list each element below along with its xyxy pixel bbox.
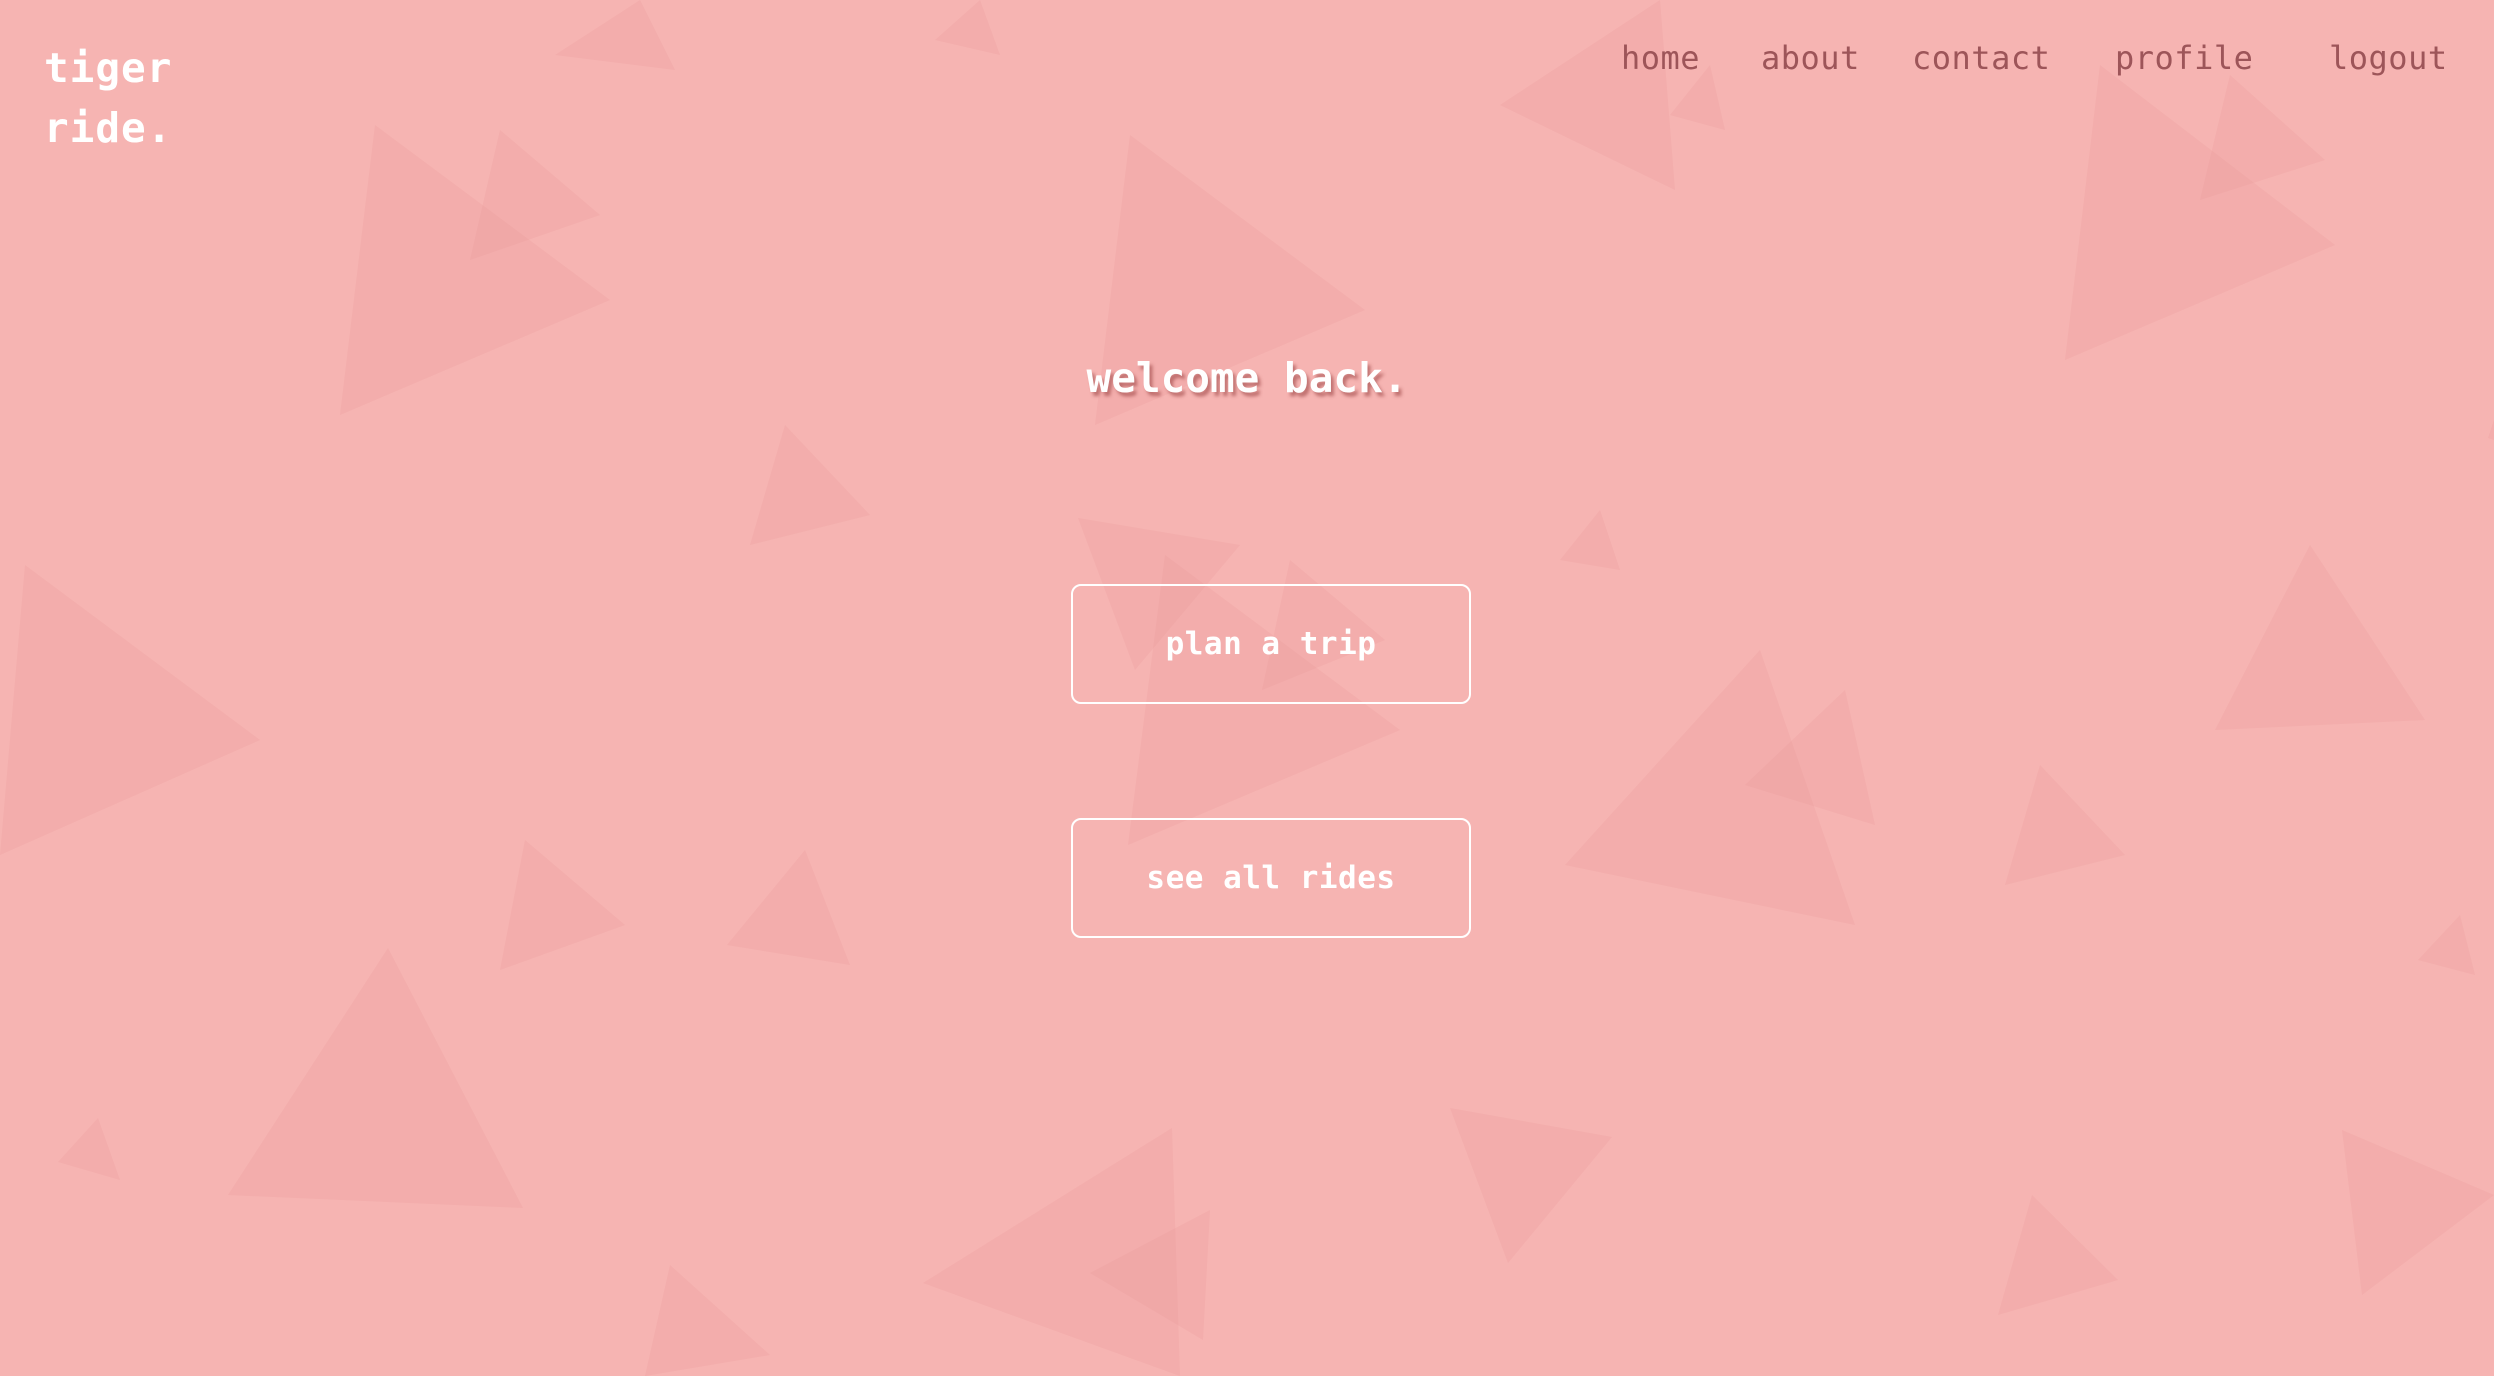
background-triangle (1998, 1195, 2118, 1315)
background-triangle (1450, 1108, 1612, 1263)
nav-link-contact[interactable]: contact (1912, 36, 2050, 80)
background-triangle (750, 425, 870, 545)
background-triangle (2215, 545, 2425, 730)
logo-line-2: ride. (44, 104, 173, 152)
background-triangle (1500, 0, 1675, 190)
plan-trip-button[interactable]: plan a trip (1071, 584, 1471, 704)
background-triangle (2005, 765, 2125, 885)
background-triangle (228, 948, 523, 1208)
background-triangle (58, 1118, 120, 1180)
welcome-heading: welcome back. (1086, 354, 1408, 402)
nav-link-logout[interactable]: logout (2329, 36, 2448, 80)
background-triangle (2065, 65, 2335, 360)
background-triangle (2342, 1130, 2494, 1295)
background-triangle (2418, 915, 2475, 975)
nav-link-about[interactable]: about (1761, 36, 1860, 80)
background-triangle (727, 850, 850, 965)
background-triangle (470, 130, 600, 260)
nav-link-profile[interactable]: profile (2115, 36, 2253, 80)
background-triangle (0, 565, 260, 855)
background-triangle (1560, 510, 1620, 570)
background-triangle (2200, 75, 2325, 200)
nav-link-home[interactable]: home (1621, 36, 1700, 80)
background-triangle (2488, 420, 2494, 440)
see-all-rides-button[interactable]: see all rides (1071, 818, 1471, 938)
top-navigation: home about contact profile logout (0, 36, 2494, 80)
background-triangle (500, 840, 625, 970)
background-triangle (645, 1265, 770, 1376)
